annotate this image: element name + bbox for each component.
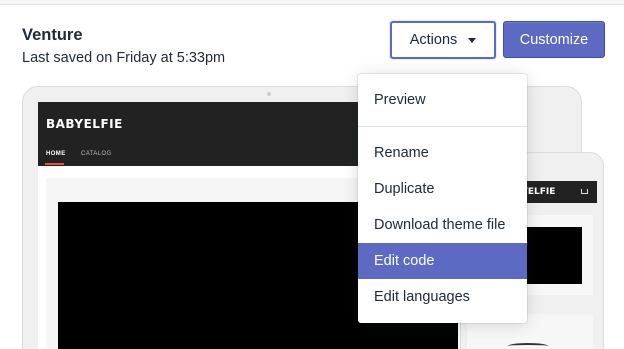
preview-site-logo: BABYELFIE [46, 117, 123, 131]
menu-item-rename[interactable]: Rename [358, 135, 527, 171]
camera-dot [267, 92, 271, 96]
menu-divider [358, 126, 527, 127]
menu-item-preview[interactable]: Preview [358, 82, 527, 118]
cart-icon [581, 189, 588, 194]
theme-name: Venture [22, 26, 83, 44]
menu-item-edit-code[interactable]: Edit code [358, 243, 527, 279]
menu-item-edit-languages[interactable]: Edit languages [358, 279, 527, 315]
actions-button-label: Actions [409, 32, 458, 48]
menu-item-download-theme-file[interactable]: Download theme file [358, 207, 527, 243]
caret-down-icon [468, 37, 477, 43]
preview-nav-catalog: CATALOG [81, 151, 112, 157]
product-image [508, 343, 548, 349]
actions-button[interactable]: Actions [390, 21, 496, 59]
preview-nav-home: HOME [46, 151, 66, 157]
last-saved-text: Last saved on Friday at 5:33pm [22, 50, 226, 66]
menu-item-duplicate[interactable]: Duplicate [358, 171, 527, 207]
customize-button[interactable]: Customize [503, 21, 605, 58]
preview-nav-active-indicator [45, 163, 64, 165]
